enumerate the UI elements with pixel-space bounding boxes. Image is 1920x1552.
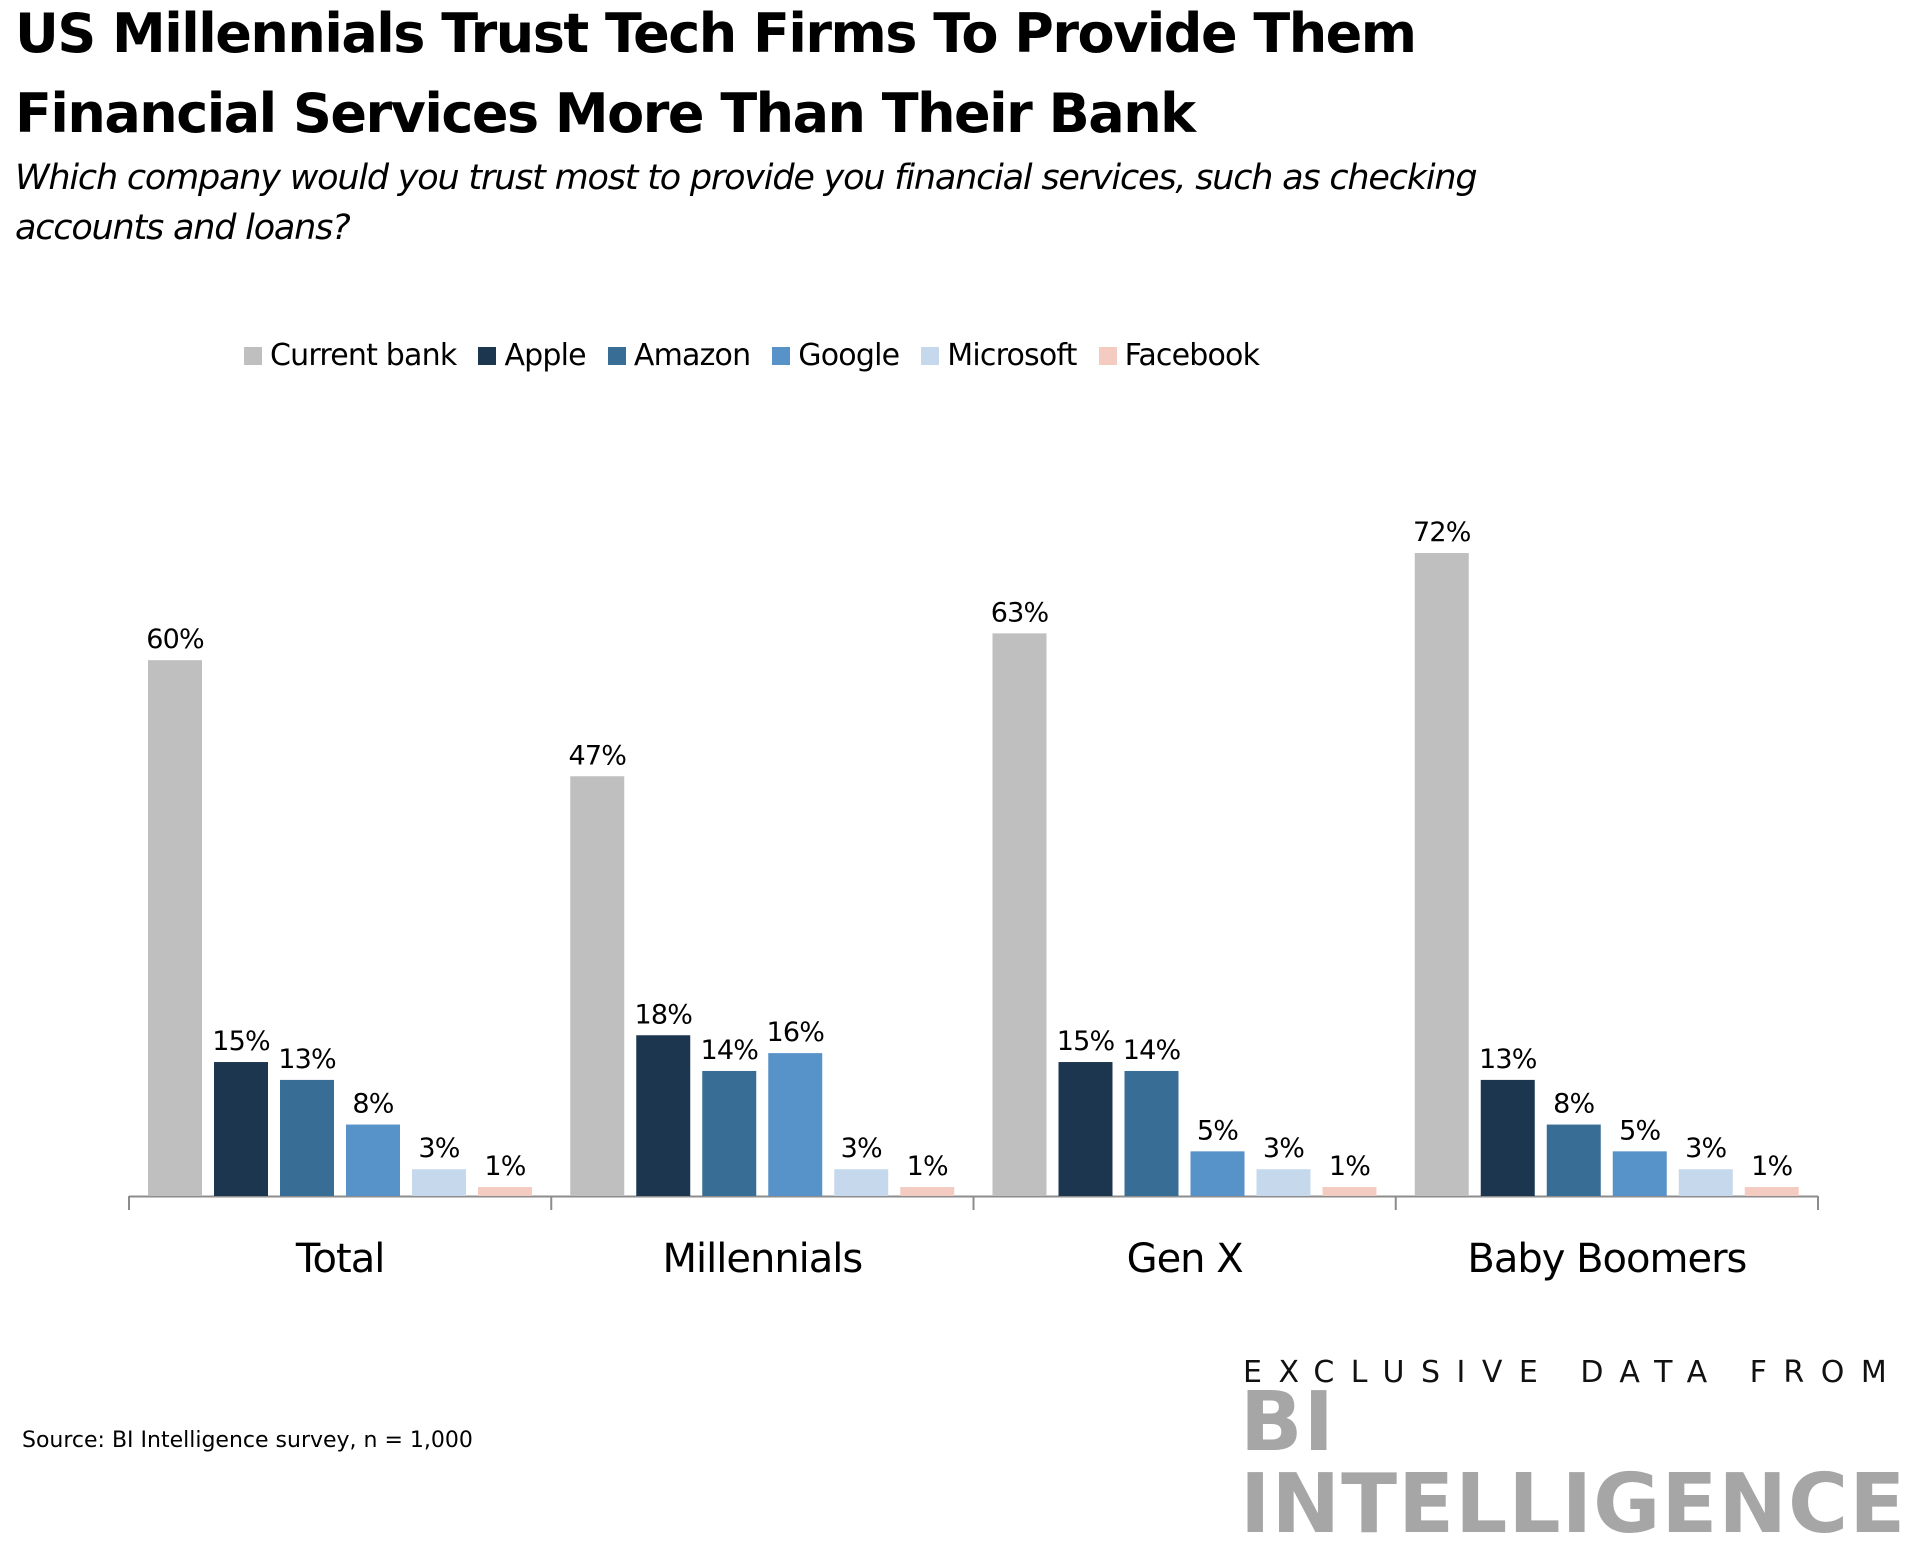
value-label-millennials-facebook: 1% (907, 1151, 948, 1182)
value-label-baby-boomers-current-bank: 72% (1413, 517, 1471, 548)
value-label-gen-x-amazon: 14% (1123, 1035, 1181, 1066)
category-label-gen-x: Gen X (1127, 1236, 1244, 1282)
bar-total-current-bank (148, 660, 202, 1196)
bar-total-amazon (280, 1079, 334, 1196)
value-label-total-google: 8% (352, 1089, 393, 1120)
value-label-millennials-current-bank: 47% (568, 740, 626, 771)
value-label-baby-boomers-google: 5% (1619, 1115, 1660, 1146)
bar-millennials-google (768, 1053, 823, 1196)
bar-millennials-facebook (900, 1187, 955, 1196)
value-label-gen-x-current-bank: 63% (991, 597, 1049, 628)
bar-millennials-amazon (702, 1070, 757, 1196)
value-label-baby-boomers-facebook: 1% (1751, 1151, 1792, 1182)
value-label-baby-boomers-amazon: 8% (1553, 1089, 1594, 1120)
bar-gen-x-amazon (1124, 1070, 1179, 1196)
value-label-total-facebook: 1% (484, 1151, 525, 1182)
bar-gen-x-current-bank (992, 633, 1047, 1196)
bar-gen-x-facebook (1322, 1187, 1377, 1196)
source-note: Source: BI Intelligence survey, n = 1,00… (22, 1428, 473, 1453)
brand-logo: BI INTELLIGENCE (1240, 1375, 1907, 1552)
bar-gen-x-apple (1058, 1062, 1113, 1196)
bar-baby-boomers-apple (1480, 1079, 1535, 1196)
value-label-millennials-google: 16% (766, 1017, 824, 1048)
value-label-total-current-bank: 60% (146, 624, 204, 655)
value-label-gen-x-microsoft: 3% (1263, 1133, 1304, 1164)
category-label-millennials: Millennials (663, 1236, 863, 1282)
bar-total-microsoft (412, 1169, 466, 1196)
value-label-baby-boomers-apple: 13% (1479, 1044, 1537, 1075)
bar-millennials-microsoft (834, 1169, 889, 1196)
value-label-total-microsoft: 3% (418, 1133, 459, 1164)
value-label-millennials-apple: 18% (634, 999, 692, 1030)
category-label-total: Total (295, 1236, 384, 1282)
value-label-gen-x-google: 5% (1197, 1115, 1238, 1146)
bar-baby-boomers-google (1612, 1151, 1667, 1196)
value-label-millennials-amazon: 14% (700, 1035, 758, 1066)
bar-baby-boomers-current-bank (1414, 553, 1469, 1196)
bar-baby-boomers-amazon (1546, 1124, 1601, 1196)
bar-millennials-apple (636, 1035, 691, 1196)
value-label-total-amazon: 13% (278, 1044, 336, 1075)
value-label-gen-x-apple: 15% (1057, 1026, 1115, 1057)
category-label-baby-boomers: Baby Boomers (1467, 1236, 1746, 1282)
bar-baby-boomers-facebook (1744, 1187, 1799, 1196)
bar-total-google (346, 1124, 400, 1196)
value-label-gen-x-facebook: 1% (1329, 1151, 1370, 1182)
bar-gen-x-google (1190, 1151, 1245, 1196)
bar-total-facebook (478, 1187, 532, 1196)
bar-millennials-current-bank (570, 776, 625, 1196)
bar-total-apple (214, 1062, 268, 1196)
value-label-baby-boomers-microsoft: 3% (1685, 1133, 1726, 1164)
value-label-total-apple: 15% (212, 1026, 270, 1057)
bar-baby-boomers-microsoft (1678, 1169, 1733, 1196)
value-label-millennials-microsoft: 3% (841, 1133, 882, 1164)
bar-gen-x-microsoft (1256, 1169, 1311, 1196)
bar-chart: 60% 15% 13% 8% 3% 1% Total 47% 18% 14% 16% 3% 1% Mill… (128, 517, 1819, 1282)
